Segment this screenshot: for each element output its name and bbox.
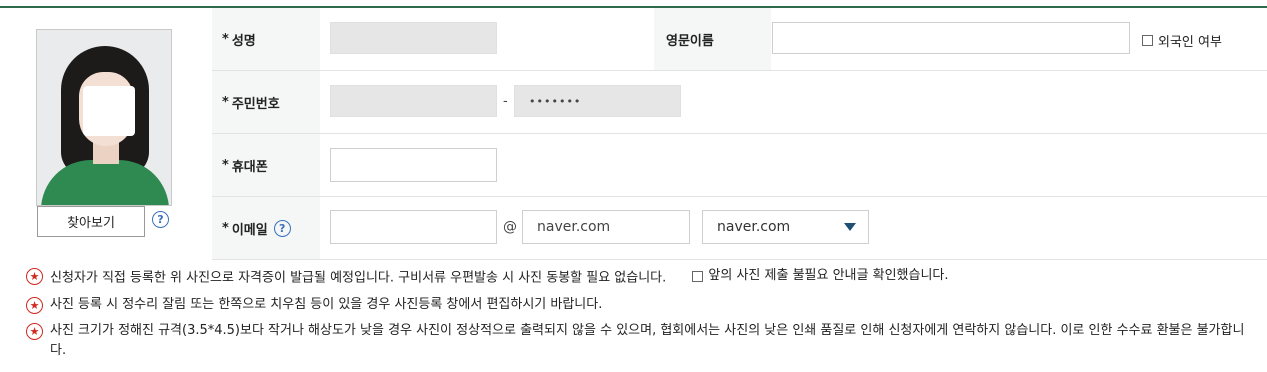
name-row: * 성명 영문이름 외국인 여부	[212, 8, 1267, 71]
email-domain-select[interactable]: naver.com	[702, 210, 869, 244]
email-id-input[interactable]	[330, 210, 497, 244]
triangle-down-icon	[844, 223, 856, 231]
english-name-label: 영문이름	[654, 8, 771, 70]
name-label: * 성명	[212, 8, 320, 70]
email-domain-input[interactable]: naver.com	[522, 210, 690, 244]
foreigner-checkbox[interactable]: 외국인 여부	[1142, 31, 1222, 50]
checkbox-icon[interactable]	[692, 270, 704, 282]
question-circle-icon[interactable]: ?	[152, 211, 169, 228]
phone-input[interactable]	[330, 148, 497, 182]
resident-number-back-field[interactable]: •••••••	[514, 85, 681, 117]
photo-confirm-checkbox[interactable]: 앞의 사진 제출 불필요 안내글 확인했습니다.	[692, 266, 949, 286]
checkbox-icon[interactable]	[1142, 35, 1153, 46]
face-redaction	[83, 86, 135, 136]
star-circle-icon: ★	[26, 268, 43, 285]
find-photo-button[interactable]: 찾아보기	[37, 206, 145, 237]
list-item: ★ 신청자가 직접 등록한 위 사진으로 자격증이 발급될 예정입니다. 구비서…	[26, 266, 1256, 289]
resident-number-front-field[interactable]	[330, 85, 497, 117]
name-field[interactable]	[330, 22, 497, 54]
email-label: * 이메일 ?	[212, 197, 320, 259]
resident-number-label: * 주민번호	[212, 71, 320, 133]
phone-label: * 휴대폰	[212, 134, 320, 196]
email-at-sign: @	[503, 219, 517, 235]
notice-list: ★ 신청자가 직접 등록한 위 사진으로 자격증이 발급될 예정입니다. 구비서…	[26, 266, 1256, 367]
email-row: * 이메일 ? @ naver.com naver.com	[212, 197, 1267, 260]
photo-section: 찾아보기 ?	[0, 8, 212, 260]
list-item: ★ 사진 등록 시 정수리 잘림 또는 한쪽으로 치우침 등이 있을 경우 사진…	[26, 295, 1256, 315]
resident-number-row: * 주민번호 - •••••••	[212, 71, 1267, 134]
applicant-form: * 성명 영문이름 외국인 여부 * 주민번호 - ••••••• * 휴대폰 …	[212, 8, 1267, 260]
star-circle-icon: ★	[26, 322, 43, 340]
applicant-photo	[36, 29, 172, 206]
question-circle-icon[interactable]: ?	[273, 219, 291, 237]
resident-number-separator: -	[503, 94, 508, 109]
english-name-input[interactable]	[772, 22, 1130, 54]
phone-row: * 휴대폰	[212, 134, 1267, 197]
list-item: ★ 사진 크기가 정해진 규격(3.5*4.5)보다 작거나 해상도가 낮을 경…	[26, 321, 1256, 361]
star-circle-icon: ★	[26, 296, 43, 314]
